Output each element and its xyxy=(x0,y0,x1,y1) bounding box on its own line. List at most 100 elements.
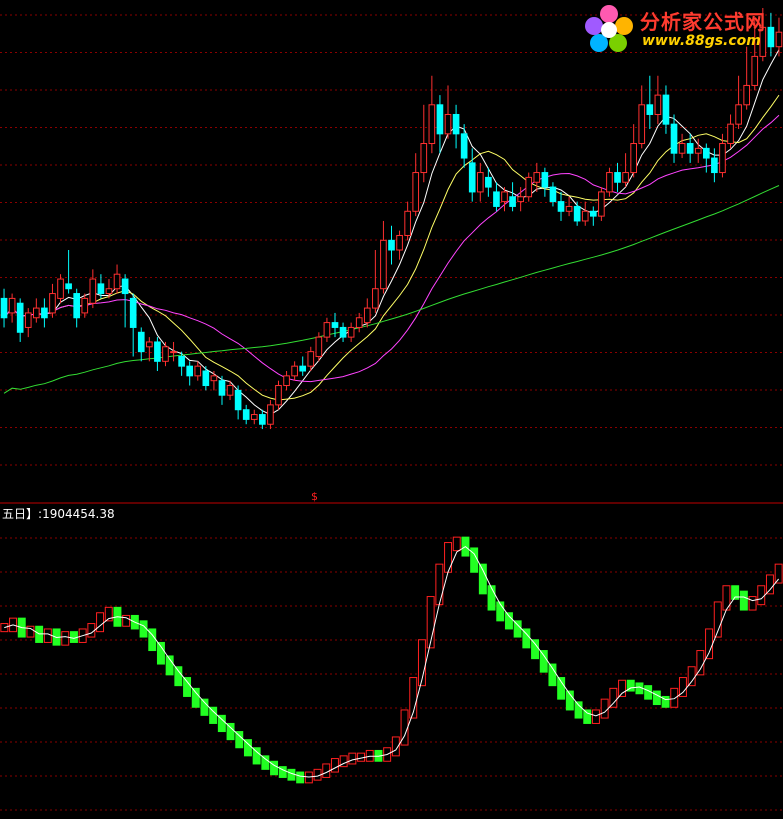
indicator-readout: 五日】:1904454.38 xyxy=(2,505,115,522)
candle-up xyxy=(162,346,169,362)
candle-down xyxy=(573,205,581,222)
indicator-bar-down xyxy=(209,706,218,724)
candle-down xyxy=(137,331,145,353)
indicator-bar-down xyxy=(531,639,540,660)
candle-down xyxy=(436,104,444,135)
logo-title: 分析家公式网 xyxy=(640,10,766,34)
candle-down xyxy=(16,302,24,333)
candle-down xyxy=(493,191,500,207)
candle-down xyxy=(468,162,476,193)
indicator-bar-up xyxy=(96,612,105,633)
candle-down xyxy=(541,172,549,188)
indicator-bar-up xyxy=(435,563,444,606)
panel-resize-handle[interactable]: $ xyxy=(311,490,318,503)
candle-down xyxy=(186,365,194,377)
indicator-bar-down xyxy=(739,590,748,611)
candle-up xyxy=(735,104,742,125)
candle-up xyxy=(380,239,387,290)
candle-down xyxy=(97,283,105,295)
indicator-bar-down xyxy=(191,687,200,708)
candle-up xyxy=(751,55,759,86)
candle-down xyxy=(339,326,347,338)
indicator-bar-up xyxy=(609,687,618,708)
candle-up xyxy=(32,307,40,319)
indicator-bar-series xyxy=(0,536,783,784)
logo-url: www.88gs.com xyxy=(642,33,761,49)
candle-up xyxy=(226,385,234,396)
candle-down xyxy=(460,133,468,159)
indicator-bar-up xyxy=(705,628,714,660)
candle-down xyxy=(686,143,694,154)
candle-up xyxy=(476,172,484,193)
indicator-bar-down xyxy=(583,709,592,724)
candle-up xyxy=(372,288,379,309)
candle-up xyxy=(307,351,315,367)
candle-down xyxy=(711,157,718,174)
indicator-name: 五日】 xyxy=(2,507,39,521)
candle-down xyxy=(485,176,492,188)
candle-up xyxy=(630,143,637,174)
candle-down xyxy=(0,297,8,319)
candle-up xyxy=(57,278,64,299)
candle-up xyxy=(404,210,411,236)
candle-down xyxy=(178,355,185,367)
indicator-grid xyxy=(0,537,783,811)
candle-up xyxy=(8,297,16,314)
indicator-value: 1904454.38 xyxy=(42,507,115,521)
candle-up xyxy=(396,234,403,251)
candle-up xyxy=(363,307,371,324)
candle-up xyxy=(81,297,89,314)
candle-up xyxy=(113,273,121,290)
indicator-bar-up xyxy=(61,631,70,646)
flower-logo-icon xyxy=(585,5,633,52)
indicator-bar-up xyxy=(618,679,627,697)
indicator-bar-up xyxy=(43,628,52,643)
indicator-bar-up xyxy=(348,752,357,765)
candle-down xyxy=(234,389,242,411)
candle-up xyxy=(283,375,290,387)
candle-up xyxy=(420,143,428,174)
candle-up xyxy=(170,351,177,354)
candle-up xyxy=(501,191,508,203)
candle-down xyxy=(259,414,266,425)
candle-down xyxy=(509,196,516,207)
candle-down xyxy=(646,104,654,115)
indicator-bar-up xyxy=(696,650,705,676)
indicator-bar-up xyxy=(757,585,766,606)
candle-up xyxy=(525,176,533,198)
candle-up xyxy=(565,205,573,212)
candle-up xyxy=(598,191,605,217)
indicator-bar-down xyxy=(652,690,661,706)
indicator-bar-down xyxy=(156,641,165,665)
indicator-bar-up xyxy=(748,596,757,611)
candle-up xyxy=(444,113,452,135)
candle-down xyxy=(557,201,565,212)
indicator-bar-down xyxy=(487,585,496,611)
candle-down xyxy=(154,341,161,362)
candle-down xyxy=(589,210,597,217)
indicator-bar-down xyxy=(296,771,305,784)
candle-up xyxy=(291,365,298,377)
candle-up xyxy=(89,278,97,304)
candle-up xyxy=(428,104,436,145)
candle-down xyxy=(242,409,250,420)
candle-up xyxy=(517,196,524,203)
site-logo[interactable]: 分析家公式网 www.88gs.com xyxy=(582,2,782,54)
candle-up xyxy=(694,147,702,154)
candle-up xyxy=(105,288,113,295)
indicator-bar-down xyxy=(261,755,270,770)
indicator-bar-up xyxy=(444,542,453,573)
candle-down xyxy=(662,94,670,125)
ma-line xyxy=(3,185,780,394)
candle-down xyxy=(299,365,307,372)
indicator-bar-up xyxy=(330,758,339,773)
indicator-bar-up xyxy=(452,536,461,552)
candle-up xyxy=(606,172,613,193)
candle-down xyxy=(614,172,621,183)
candle-down xyxy=(129,297,137,328)
candle-down xyxy=(218,380,226,396)
candle-down xyxy=(121,278,129,295)
indicator-bar-down xyxy=(174,666,183,687)
candle-down xyxy=(452,113,460,135)
candle-up xyxy=(622,172,629,183)
